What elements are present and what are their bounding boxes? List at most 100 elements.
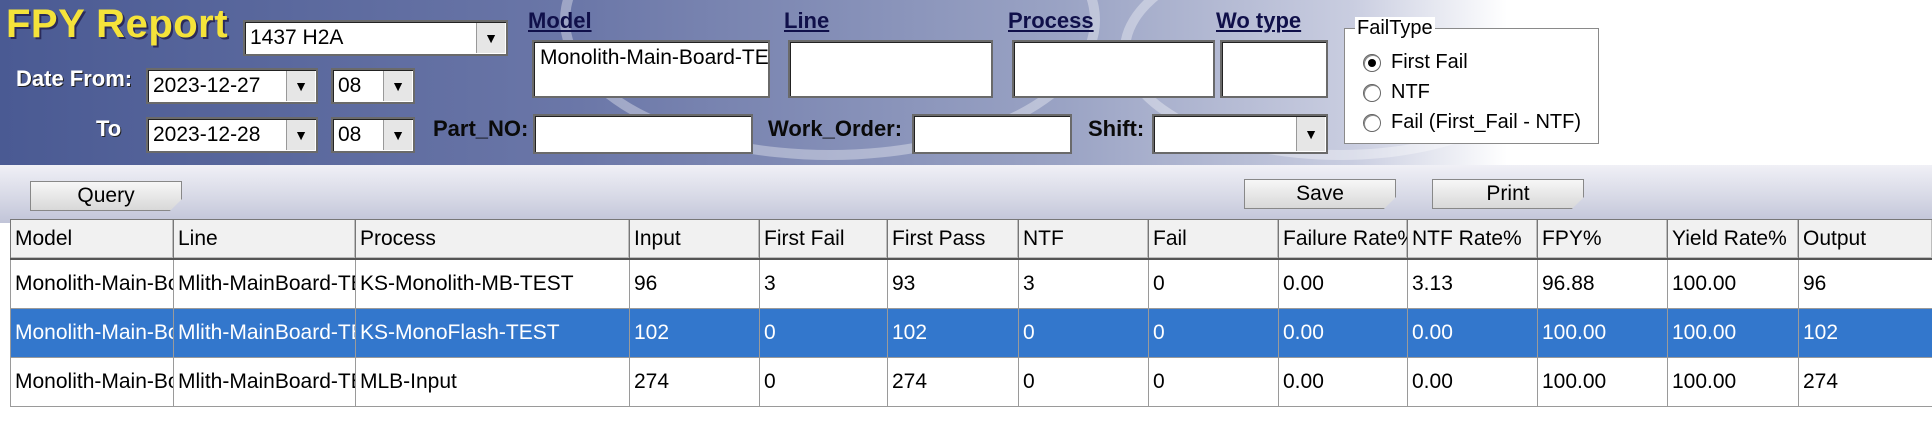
table-cell: 0 xyxy=(759,308,888,358)
model-input[interactable]: Monolith-Main-Board-TE xyxy=(532,40,770,98)
fpy-table: Model Line Process Input First Fail Firs… xyxy=(10,219,1932,407)
app-title: FPY Report xyxy=(6,2,229,46)
table-cell: 100.00 xyxy=(1537,357,1668,407)
table-cell: 0 xyxy=(1148,357,1279,407)
table-cell: 0.00 xyxy=(1278,258,1408,309)
table-cell: 0.00 xyxy=(1278,308,1408,358)
column-header[interactable]: Failure Rate% xyxy=(1278,219,1408,260)
table-cell: Mlith-MainBoard-TEST xyxy=(173,308,356,358)
table-cell: KS-MonoFlash-TEST xyxy=(355,308,630,358)
model-label: Model xyxy=(528,8,592,33)
table-cell: 0 xyxy=(1148,258,1279,309)
site-select-value: 1437 H2A xyxy=(250,26,344,49)
column-header[interactable]: Line xyxy=(173,219,356,260)
wo-type-input[interactable] xyxy=(1220,40,1328,98)
table-cell: 100.00 xyxy=(1667,258,1799,309)
column-header[interactable]: Yield Rate% xyxy=(1667,219,1799,260)
line-label: Line xyxy=(784,8,830,33)
query-button[interactable]: Query xyxy=(30,181,182,211)
column-header[interactable]: Input xyxy=(629,219,760,260)
table-cell: 93 xyxy=(887,258,1019,309)
table-cell: 3.13 xyxy=(1407,258,1538,309)
column-header[interactable]: First Pass xyxy=(887,219,1019,260)
table-cell: 96.88 xyxy=(1537,258,1668,309)
fail-type-option-ntf[interactable]: NTF xyxy=(1363,81,1430,104)
table-cell: 102 xyxy=(887,308,1019,358)
work-order-label: Work_Order: xyxy=(768,116,903,141)
table-cell: 0 xyxy=(1018,308,1149,358)
table-row[interactable]: Monolith-Main-Board-TE Mlith-MainBoard-T… xyxy=(10,357,1932,407)
table-cell: 0.00 xyxy=(1278,357,1408,407)
radio-unselected-icon[interactable] xyxy=(1363,113,1381,132)
radio-unselected-icon[interactable] xyxy=(1363,83,1381,102)
chevron-down-icon[interactable]: ▼ xyxy=(383,120,412,150)
date-from-label: Date From: xyxy=(16,66,133,91)
table-cell: KS-Monolith-MB-TEST xyxy=(355,258,630,309)
table-cell: 96 xyxy=(1798,258,1932,309)
site-select[interactable]: 1437 H2A ▼ xyxy=(243,20,508,56)
date-to-picker[interactable]: 2023-12-28 ▼ xyxy=(146,117,318,153)
fail-type-option-fail[interactable]: Fail (First_Fail - NTF) xyxy=(1363,111,1581,134)
fail-type-title: FailType xyxy=(1355,17,1435,40)
chevron-down-icon[interactable]: ▼ xyxy=(286,71,315,101)
table-cell: 0 xyxy=(1018,357,1149,407)
date-from-picker[interactable]: 2023-12-27 ▼ xyxy=(146,68,318,104)
date-to-value: 2023-12-28 xyxy=(153,123,261,146)
table-cell: 3 xyxy=(1018,258,1149,309)
table-cell: 0 xyxy=(759,357,888,407)
fail-type-option-label: Fail (First_Fail - NTF) xyxy=(1391,111,1581,133)
table-cell: 100.00 xyxy=(1667,308,1799,358)
process-label: Process xyxy=(1008,8,1094,33)
shift-select[interactable]: ▼ xyxy=(1152,114,1328,154)
chevron-down-icon[interactable]: ▼ xyxy=(476,23,505,53)
table-cell: 3 xyxy=(759,258,888,309)
table-cell: Mlith-MainBoard-TEST xyxy=(173,357,356,407)
column-header[interactable]: Model xyxy=(10,219,174,260)
table-cell: Monolith-Main-Board-TE xyxy=(10,308,174,358)
table-cell: 96 xyxy=(629,258,760,309)
table-cell: 274 xyxy=(887,357,1019,407)
shift-label: Shift: xyxy=(1088,116,1145,141)
hour-from-value: 08 xyxy=(338,74,362,97)
date-from-value: 2023-12-27 xyxy=(153,74,261,97)
radio-selected-icon[interactable] xyxy=(1363,53,1381,72)
table-row-selected[interactable]: Monolith-Main-Board-TE Mlith-MainBoard-T… xyxy=(10,308,1932,358)
table-cell: 0.00 xyxy=(1407,357,1538,407)
date-to-label: To xyxy=(96,116,122,141)
table-cell: MLB-Input xyxy=(355,357,630,407)
chevron-down-icon[interactable]: ▼ xyxy=(383,71,412,101)
chevron-down-icon[interactable]: ▼ xyxy=(286,120,315,150)
print-button[interactable]: Print xyxy=(1432,179,1584,209)
filter-panel: FPY Report 1437 H2A ▼ Date From: 2023-12… xyxy=(0,0,1932,165)
fail-type-group: FailType First Fail NTF Fail (First_Fail… xyxy=(1344,17,1599,144)
chevron-down-icon[interactable]: ▼ xyxy=(1296,117,1325,151)
table-cell: 102 xyxy=(1798,308,1932,358)
save-button[interactable]: Save xyxy=(1244,179,1396,209)
wo-type-label: Wo type xyxy=(1216,8,1302,33)
table-cell: 100.00 xyxy=(1537,308,1668,358)
table-header-row: Model Line Process Input First Fail Firs… xyxy=(10,219,1932,260)
column-header[interactable]: First Fail xyxy=(759,219,888,260)
column-header[interactable]: FPY% xyxy=(1537,219,1668,260)
table-cell: 0 xyxy=(1148,308,1279,358)
table-cell: 100.00 xyxy=(1667,357,1799,407)
table-cell: Mlith-MainBoard-TEST xyxy=(173,258,356,309)
part-no-input[interactable] xyxy=(533,114,753,154)
table-row[interactable]: Monolith-Main-Board-TE Mlith-MainBoard-T… xyxy=(10,258,1932,309)
part-no-label: Part_NO: xyxy=(433,116,529,141)
column-header[interactable]: Process xyxy=(355,219,630,260)
line-input[interactable] xyxy=(788,40,993,98)
column-header[interactable]: Output xyxy=(1798,219,1932,260)
table-cell: Monolith-Main-Board-TE xyxy=(10,258,174,309)
fail-type-option-first-fail[interactable]: First Fail xyxy=(1363,51,1468,74)
column-header[interactable]: NTF Rate% xyxy=(1407,219,1538,260)
hour-to-select[interactable]: 08 ▼ xyxy=(331,117,415,153)
work-order-input[interactable] xyxy=(912,114,1072,154)
hour-from-select[interactable]: 08 ▼ xyxy=(331,68,415,104)
column-header[interactable]: Fail xyxy=(1148,219,1279,260)
process-input[interactable] xyxy=(1012,40,1215,98)
column-header[interactable]: NTF xyxy=(1018,219,1149,260)
table-cell: 274 xyxy=(1798,357,1932,407)
fail-type-option-label: NTF xyxy=(1391,81,1430,103)
table-cell: 274 xyxy=(629,357,760,407)
